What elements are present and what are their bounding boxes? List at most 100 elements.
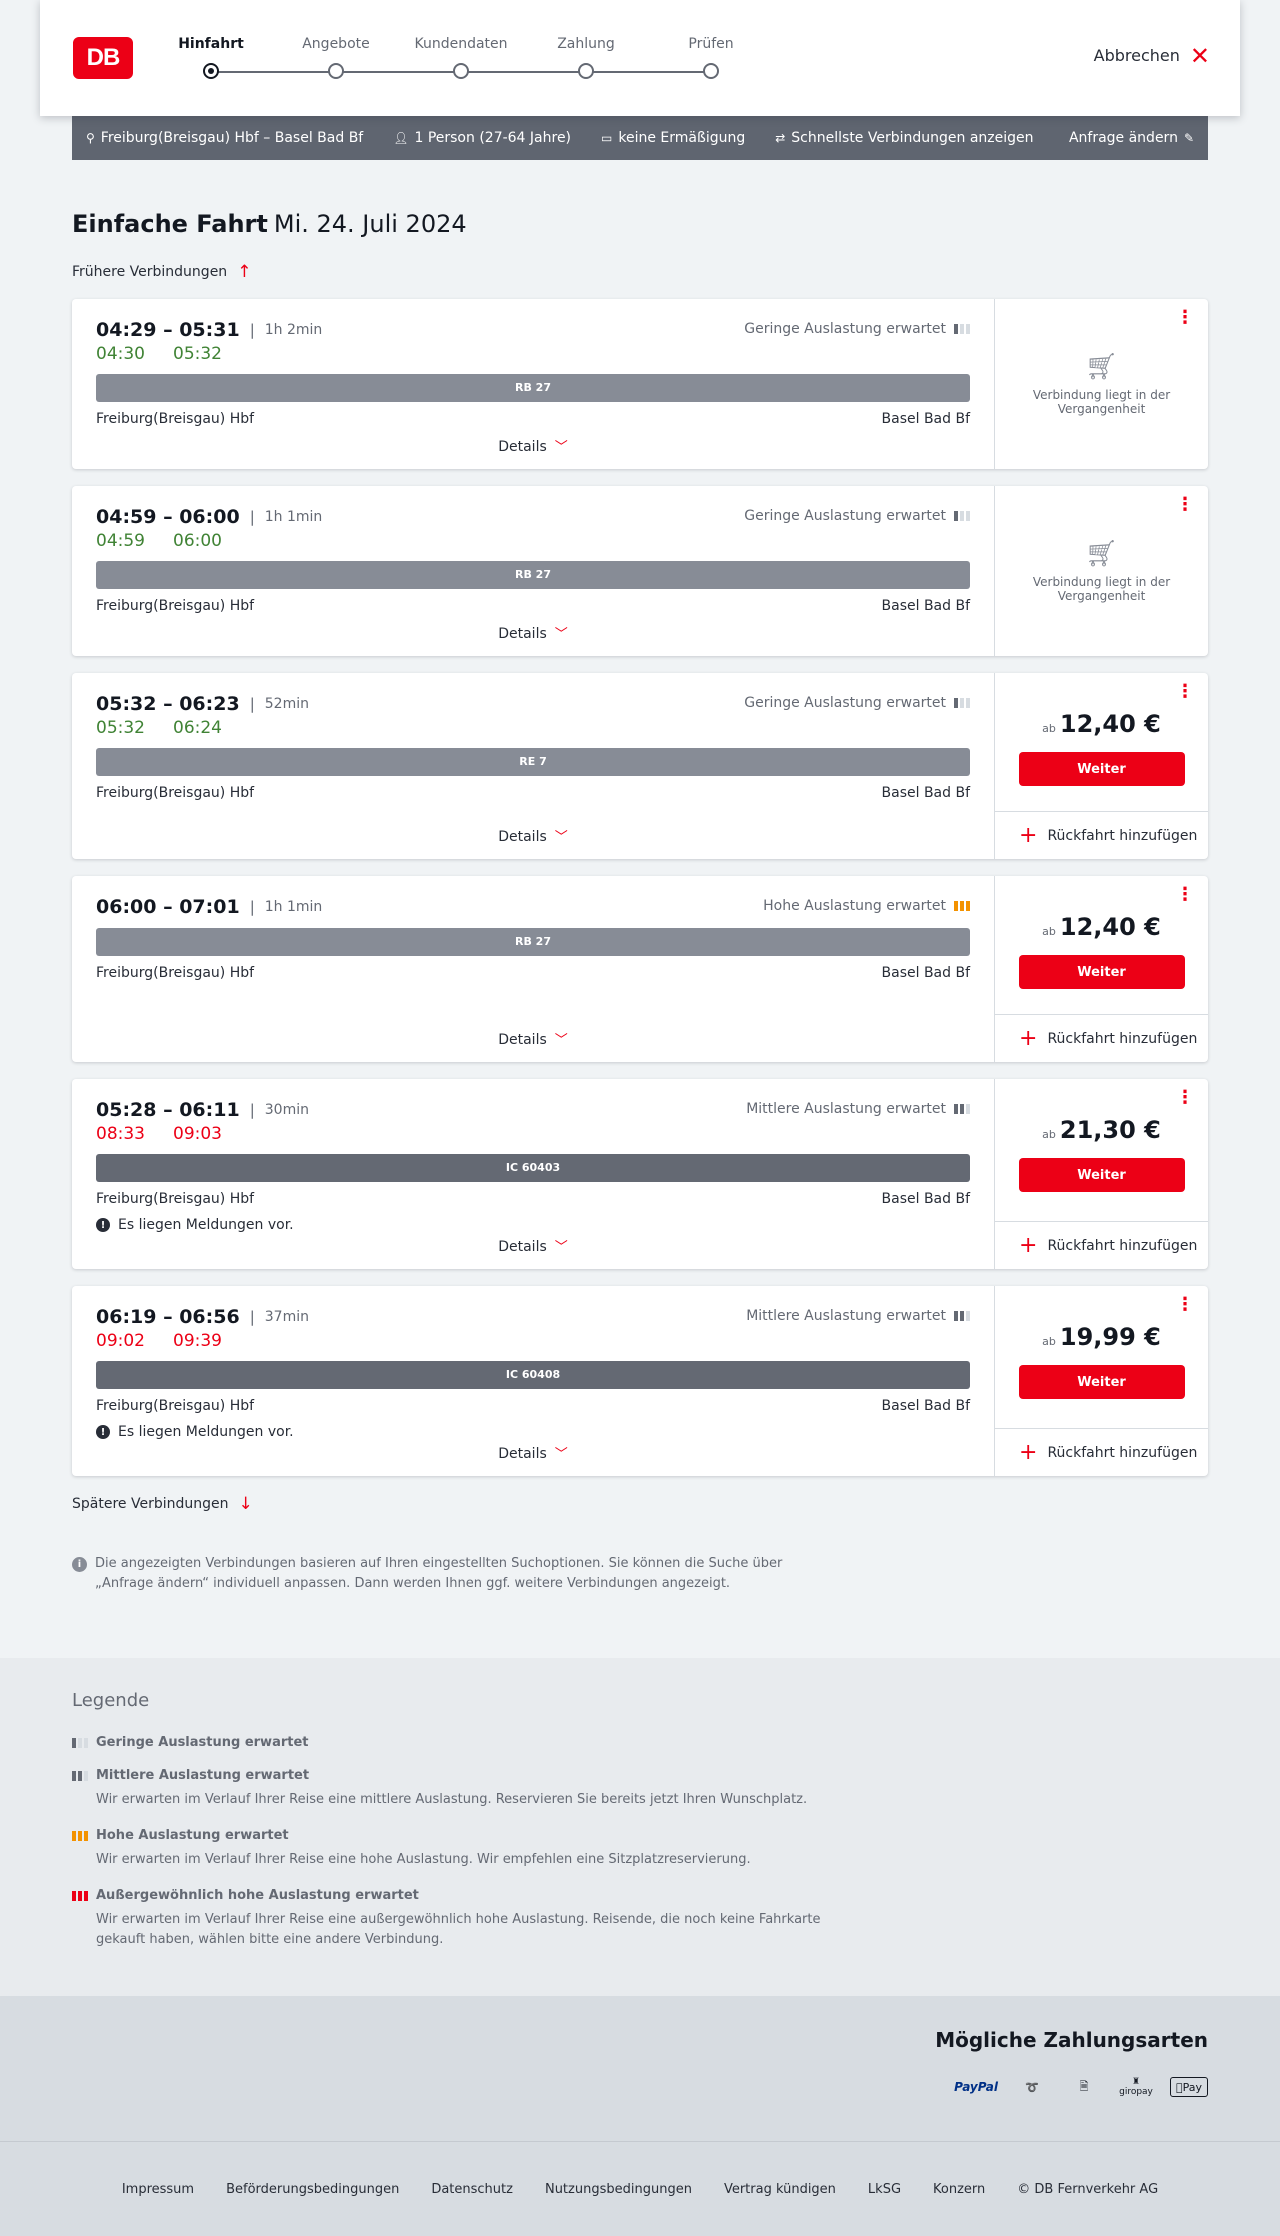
footer-link[interactable]: Nutzungsbedingungen xyxy=(545,2182,692,2197)
more-options-icon[interactable]: ⋮ xyxy=(1176,309,1194,327)
occupancy-icon xyxy=(72,1890,88,1901)
details-toggle[interactable]: Details ﹀ xyxy=(72,623,994,642)
apple-pay-icon: Pay xyxy=(1170,2077,1208,2097)
travel-date: Mi. 24. Juli 2024 xyxy=(273,210,467,238)
pencil-icon: ✎ xyxy=(1183,131,1194,145)
occupancy-icon xyxy=(954,324,970,334)
disruption-message: ! Es liegen Meldungen vor. xyxy=(96,1424,970,1440)
legend-item-desc: Wir erwarten im Verlauf Ihrer Reise eine… xyxy=(96,1912,821,1947)
arrival-station: Basel Bad Bf xyxy=(881,1191,970,1207)
arrival-station: Basel Bad Bf xyxy=(881,411,970,427)
departure-station: Freiburg(Breisgau) Hbf xyxy=(96,785,255,801)
arrival-station: Basel Bad Bf xyxy=(881,785,970,801)
offer-panel: ⋮ ab 12,40 € Weiter + Rückfahrt hinzufügen xyxy=(994,673,1208,859)
plus-icon: + xyxy=(1019,1439,1038,1465)
train-bar[interactable]: IC 60408 xyxy=(96,1361,970,1389)
earlier-connections-link[interactable]: Frühere Verbindungen ↑ xyxy=(72,262,1208,282)
progress-stepper: Hinfahrt Angebote Kundendaten Zahlung Pr… xyxy=(178,36,734,86)
chevron-down-icon: ﹀ xyxy=(554,440,568,455)
footer-link[interactable]: Beförderungsbedingungen xyxy=(226,2182,399,2197)
legend-item: Mittlere Auslastung erwartet Wir erwarten… xyxy=(72,1768,1208,1810)
add-return-trip-button[interactable]: + Rückfahrt hinzufügen xyxy=(995,1428,1208,1476)
train-bar[interactable]: RB 27 xyxy=(96,928,970,956)
step-pruefen: Prüfen xyxy=(656,36,766,79)
footer-link[interactable]: Konzern xyxy=(933,2182,985,2197)
realtime-times: 04:59 06:00 xyxy=(96,531,222,551)
connection-card: 04:59 – 06:00 | 1h 1min Geringe Auslastung … xyxy=(72,486,1208,656)
chevron-down-icon: ﹀ xyxy=(554,1240,568,1255)
later-connections-link[interactable]: Spätere Verbindungen ↓ xyxy=(72,1494,1208,1514)
step-dot xyxy=(453,63,469,79)
details-toggle[interactable]: Details ﹀ xyxy=(72,1236,994,1255)
legend-title: Legende xyxy=(72,1690,150,1711)
continue-button[interactable]: Weiter xyxy=(1018,1158,1185,1192)
alert-icon: ! xyxy=(96,1425,110,1439)
occupancy-indicator: Hohe Auslastung erwartet xyxy=(763,898,970,914)
footer-link[interactable]: Vertrag kündigen xyxy=(724,2182,836,2197)
details-toggle[interactable]: Details ﹀ xyxy=(72,436,994,455)
footer: Impressum Beförderungsbedingungen Datensch… xyxy=(0,2141,1280,2236)
legend-item-title: Mittlere Auslastung erwartet xyxy=(72,1768,1208,1783)
legend-item: Hohe Auslastung erwartet Wir erwarten im … xyxy=(72,1828,1208,1870)
cart-disabled-icon: 🛒︎ xyxy=(1084,539,1118,569)
plus-icon: + xyxy=(1019,822,1038,848)
details-toggle[interactable]: Details ﹀ xyxy=(72,1443,994,1462)
add-return-trip-button[interactable]: + Rückfahrt hinzufügen xyxy=(995,1014,1208,1062)
train-bar[interactable]: RB 27 xyxy=(96,561,970,589)
more-options-icon[interactable]: ⋮ xyxy=(1176,886,1194,904)
arrow-up-icon: ↑ xyxy=(237,262,252,282)
continue-button[interactable]: Weiter xyxy=(1018,752,1185,786)
duration: 30min xyxy=(264,1102,309,1118)
offer-panel: ⋮ 🛒︎ Verbindung liegt in der Vergangenheit xyxy=(994,486,1208,656)
departure-station: Freiburg(Breisgau) Hbf xyxy=(96,1398,255,1414)
footer-link[interactable]: © DB Fernverkehr AG xyxy=(1017,2182,1158,2197)
departure-station: Freiburg(Breisgau) Hbf xyxy=(96,598,255,614)
step-hinfahrt: Hinfahrt xyxy=(156,36,266,79)
continue-button[interactable]: Weiter xyxy=(1018,1365,1185,1399)
plus-icon: + xyxy=(1019,1232,1038,1258)
occupancy-icon xyxy=(954,698,970,708)
more-options-icon[interactable]: ⋮ xyxy=(1176,1089,1194,1107)
more-options-icon[interactable]: ⋮ xyxy=(1176,496,1194,514)
add-return-trip-button[interactable]: + Rückfahrt hinzufügen xyxy=(995,1221,1208,1269)
train-bar[interactable]: IC 60403 xyxy=(96,1154,970,1182)
logo-text: DB xyxy=(86,44,121,71)
connection-info: 05:32 – 06:23 | 52min Geringe Auslastung er… xyxy=(72,673,994,859)
paypal-icon: PayPal xyxy=(954,2080,998,2094)
duration: 1h 1min xyxy=(264,899,323,915)
duration: 1h 2min xyxy=(264,322,323,338)
stations: Freiburg(Breisgau) Hbf Basel Bad Bf xyxy=(96,1191,970,1207)
price: ab 12,40 € xyxy=(1042,710,1161,738)
offer-panel: ⋮ ab 21,30 € Weiter + Rückfahrt hinzufügen xyxy=(994,1079,1208,1269)
connection-info: 04:29 – 05:31 | 1h 2min Geringe Auslastung … xyxy=(72,299,994,469)
change-request-button[interactable]: Anfrage ändern ✎ xyxy=(1069,130,1194,146)
train-bar[interactable]: RB 27 xyxy=(96,374,970,402)
footer-link[interactable]: Datenschutz xyxy=(431,2182,513,2197)
chevron-down-icon: ﹀ xyxy=(554,627,568,642)
more-options-icon[interactable]: ⋮ xyxy=(1176,1296,1194,1314)
offer-panel: ⋮ 🛒︎ Verbindung liegt in der Vergangenheit xyxy=(994,299,1208,469)
bahncard-icon: ▭ xyxy=(601,131,613,145)
connection-card: 05:28 – 06:11 | 30min Mittlere Auslastung e… xyxy=(72,1079,1208,1269)
contactless-card-icon: ➰ xyxy=(1025,2080,1039,2094)
continue-button[interactable]: Weiter xyxy=(1018,955,1185,989)
search-summary-bar: ⚲ Freiburg(Breisgau) Hbf – Basel Bad Bf 👤… xyxy=(72,116,1208,160)
cart-disabled-icon: 🛒︎ xyxy=(1084,352,1118,382)
stations: Freiburg(Breisgau) Hbf Basel Bad Bf xyxy=(96,1398,970,1414)
footer-link[interactable]: LkSG xyxy=(868,2182,901,2197)
add-return-trip-button[interactable]: + Rückfahrt hinzufügen xyxy=(995,811,1208,859)
step-dot xyxy=(328,63,344,79)
step-dot xyxy=(578,63,594,79)
swap-icon: ⇄ xyxy=(775,131,786,145)
details-toggle[interactable]: Details ﹀ xyxy=(72,1029,994,1048)
footer-link[interactable]: Impressum xyxy=(122,2182,194,2197)
train-bar[interactable]: RE 7 xyxy=(96,748,970,776)
details-toggle[interactable]: Details ﹀ xyxy=(72,826,994,845)
giropay-icon: ♜ giropay xyxy=(1119,2077,1153,2097)
more-options-icon[interactable]: ⋮ xyxy=(1176,683,1194,701)
legend-item-title: Hohe Auslastung erwartet xyxy=(72,1828,1208,1843)
abort-button[interactable]: Abbrechen ✕ xyxy=(1094,44,1210,68)
fastest-toggle[interactable]: ⇄ Schnellste Verbindungen anzeigen xyxy=(775,130,1033,146)
db-logo[interactable]: DB xyxy=(73,37,133,79)
discount-info: ▭ keine Ermäßigung xyxy=(601,130,746,146)
